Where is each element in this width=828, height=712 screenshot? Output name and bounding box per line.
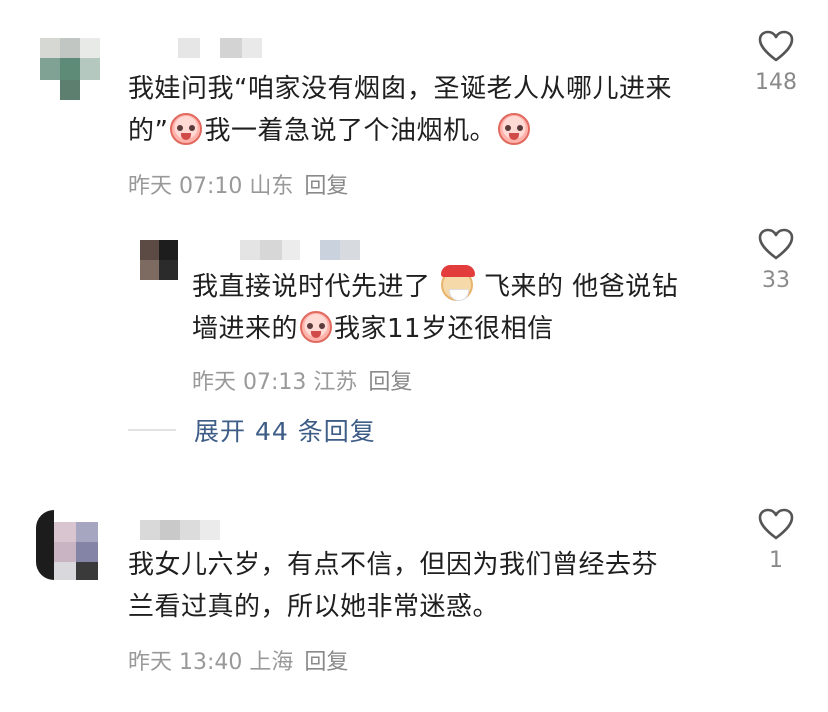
- username-blurred[interactable]: [140, 520, 230, 542]
- timestamp: 昨天 13:40: [128, 650, 243, 675]
- comment-text: 我女儿六岁，有点不信，但因为我们曾经去芬 兰看过真的，所以她非常迷惑。: [128, 550, 659, 622]
- crying-face-emoji-icon: [498, 113, 530, 145]
- comment-3: 我女儿六岁，有点不信，但因为我们曾经去芬 兰看过真的，所以她非常迷惑。 昨天 1…: [0, 500, 828, 700]
- timestamp: 昨天 07:10: [128, 174, 243, 199]
- like-count: 148: [755, 70, 797, 95]
- expand-replies-label: 展开 44 条回复: [194, 417, 376, 446]
- location: 上海: [249, 650, 294, 675]
- comment-meta: 昨天 07:13 江苏 回复: [192, 364, 412, 396]
- username-blurred[interactable]: [178, 38, 268, 60]
- comment-1: 我娃问我“咱家没有烟囱，圣诞老人从哪儿进来 的” 我一着急说了个油烟机。 昨天 0…: [0, 0, 828, 200]
- heart-outline-icon: [758, 508, 794, 540]
- heart-outline-icon: [758, 30, 794, 62]
- like-count: 33: [762, 268, 790, 293]
- avatar[interactable]: [36, 510, 100, 580]
- crying-face-emoji-icon: [300, 311, 333, 343]
- comment-2-reply: 我直接说时代先进了 飞来的 他爸说钻 墙进来的 我家11岁还很相信 昨天 07:1…: [0, 220, 828, 400]
- comment-meta: 昨天 13:40 上海 回复: [128, 644, 348, 676]
- like-button[interactable]: 148: [746, 30, 806, 95]
- comment-text: 我娃问我“咱家没有烟囱，圣诞老人从哪儿进来 的” 我一着急说了个油烟机。: [128, 74, 672, 146]
- location: 江苏: [313, 370, 358, 395]
- like-button[interactable]: 1: [746, 508, 806, 573]
- reply-button[interactable]: 回复: [304, 650, 348, 675]
- crying-face-emoji-icon: [170, 113, 203, 145]
- like-button[interactable]: 33: [746, 228, 806, 293]
- comment-text: 我直接说时代先进了 飞来的 他爸说钻 墙进来的 我家11岁还很相信: [192, 265, 732, 350]
- heart-outline-icon: [758, 228, 794, 260]
- divider-line: [128, 429, 176, 431]
- comment-meta: 昨天 07:10 山东 回复: [128, 168, 348, 200]
- santa-emoji-icon: [441, 265, 476, 301]
- timestamp: 昨天 07:13: [192, 370, 307, 395]
- avatar[interactable]: [140, 240, 178, 280]
- like-count: 1: [769, 548, 783, 573]
- avatar[interactable]: [40, 38, 100, 100]
- expand-replies-button[interactable]: 展开 44 条回复: [128, 412, 376, 448]
- reply-button[interactable]: 回复: [304, 174, 348, 199]
- reply-button[interactable]: 回复: [368, 370, 412, 395]
- username-blurred[interactable]: [240, 240, 370, 262]
- location: 山东: [249, 174, 294, 199]
